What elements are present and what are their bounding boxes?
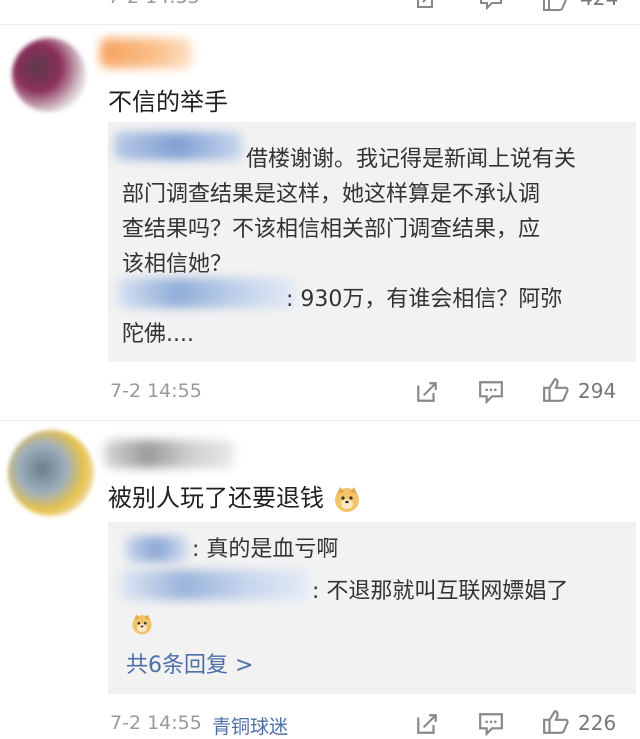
like-count: 226 — [578, 711, 617, 735]
comment-time: 7-2 14:55 — [108, 0, 200, 8]
like-count: 424 — [580, 0, 618, 10]
reply-text: 借楼谢谢。我记得是新闻上说有关 — [246, 147, 577, 172]
reply-text-cont: 陀佛.... — [122, 322, 194, 347]
username[interactable] — [100, 38, 192, 68]
reply-text-cont: 查结果吗？不该相信相关部门调查结果，应 — [122, 217, 541, 242]
reply-username[interactable] — [118, 278, 296, 308]
doge-emoji — [334, 487, 359, 512]
divider — [0, 420, 640, 421]
comment-icon[interactable] — [478, 712, 504, 736]
doge-emoji — [132, 614, 152, 635]
more-replies-link[interactable]: 共6条回复 > — [126, 648, 253, 683]
comment-time: 7-2 14:55 — [110, 380, 202, 402]
comment-text-content: 被别人玩了还要退钱 — [108, 484, 324, 512]
comment-icon[interactable] — [478, 380, 504, 404]
reply-text: : 不退那就叫互联网嫖娼了 — [312, 579, 569, 604]
avatar[interactable] — [8, 430, 94, 516]
like-icon[interactable] — [542, 0, 568, 12]
avatar[interactable] — [12, 38, 86, 112]
username[interactable] — [104, 440, 234, 468]
user-badge[interactable]: 青铜球迷 — [212, 712, 288, 739]
share-icon[interactable] — [415, 380, 439, 404]
reply-username[interactable] — [114, 132, 242, 160]
comment-text: 不信的举手 — [108, 88, 228, 116]
share-icon[interactable] — [415, 712, 439, 736]
share-icon[interactable] — [415, 0, 437, 10]
comment-icon[interactable] — [479, 0, 503, 10]
like-icon[interactable] — [542, 709, 570, 735]
like-count: 294 — [578, 379, 617, 403]
reply-box[interactable]: 借楼谢谢。我记得是新闻上说有关 部门调查结果是这样，她这样算是不承认调 查结果吗… — [108, 122, 636, 362]
reply-text-cont: 部门调查结果是这样，她这样算是不承认调 — [122, 182, 541, 207]
reply-text: : 真的是血亏啊 — [192, 537, 339, 562]
reply-text: : 930万，有谁会相信？阿弥 — [286, 287, 563, 312]
divider — [0, 24, 640, 25]
like-icon[interactable] — [542, 377, 570, 403]
comment-text: 被别人玩了还要退钱 — [108, 478, 362, 514]
reply-username[interactable] — [120, 570, 310, 600]
reply-username[interactable] — [126, 536, 188, 562]
comment-time: 7-2 14:55 — [110, 712, 202, 734]
reply-box[interactable]: : 真的是血亏啊 : 不退那就叫互联网嫖娼了 共6条回复 > — [108, 522, 636, 694]
reply-text-cont: 该相信她？ — [122, 252, 233, 277]
